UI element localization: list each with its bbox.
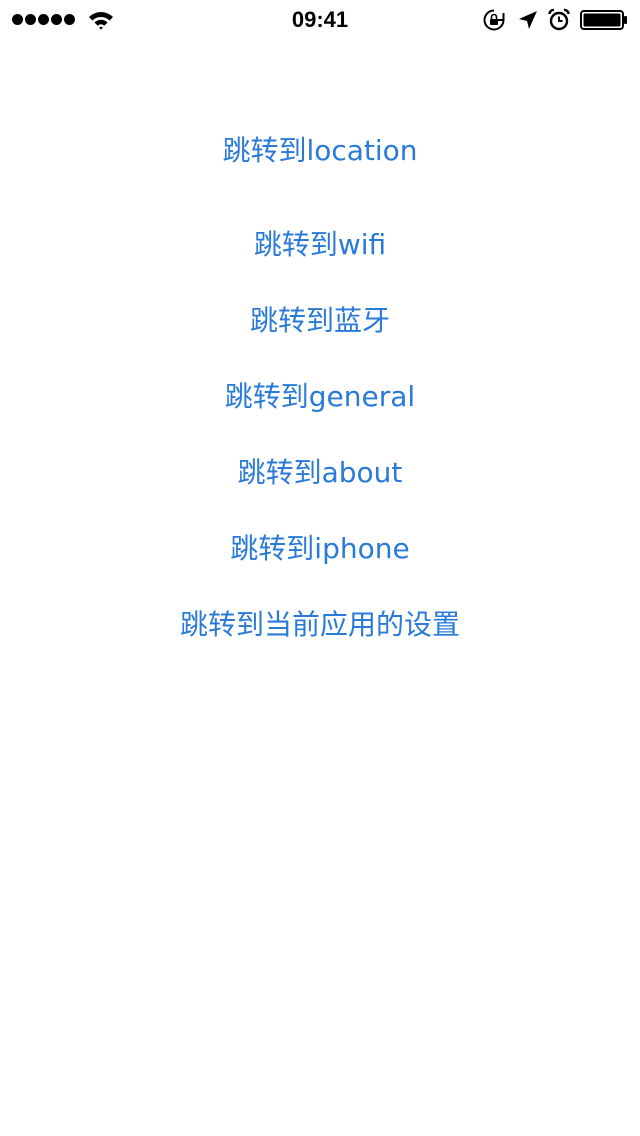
link-bluetooth[interactable]: 跳转到蓝牙 (0, 296, 640, 346)
link-iphone[interactable]: 跳转到iphone (0, 524, 640, 574)
link-location[interactable]: 跳转到location (0, 126, 640, 176)
link-app-settings[interactable]: 跳转到当前应用的设置 (0, 600, 640, 650)
battery-icon (580, 10, 627, 30)
location-arrow-icon (519, 11, 537, 29)
status-time: 09:41 (291, 7, 349, 32)
link-about[interactable]: 跳转到about (0, 448, 640, 498)
rotation-lock-icon (483, 9, 505, 31)
alarm-icon (548, 8, 570, 31)
status-bar: 09:41 (0, 0, 640, 40)
link-general[interactable]: 跳转到general (0, 372, 640, 422)
link-wifi[interactable]: 跳转到wifi (0, 220, 640, 270)
